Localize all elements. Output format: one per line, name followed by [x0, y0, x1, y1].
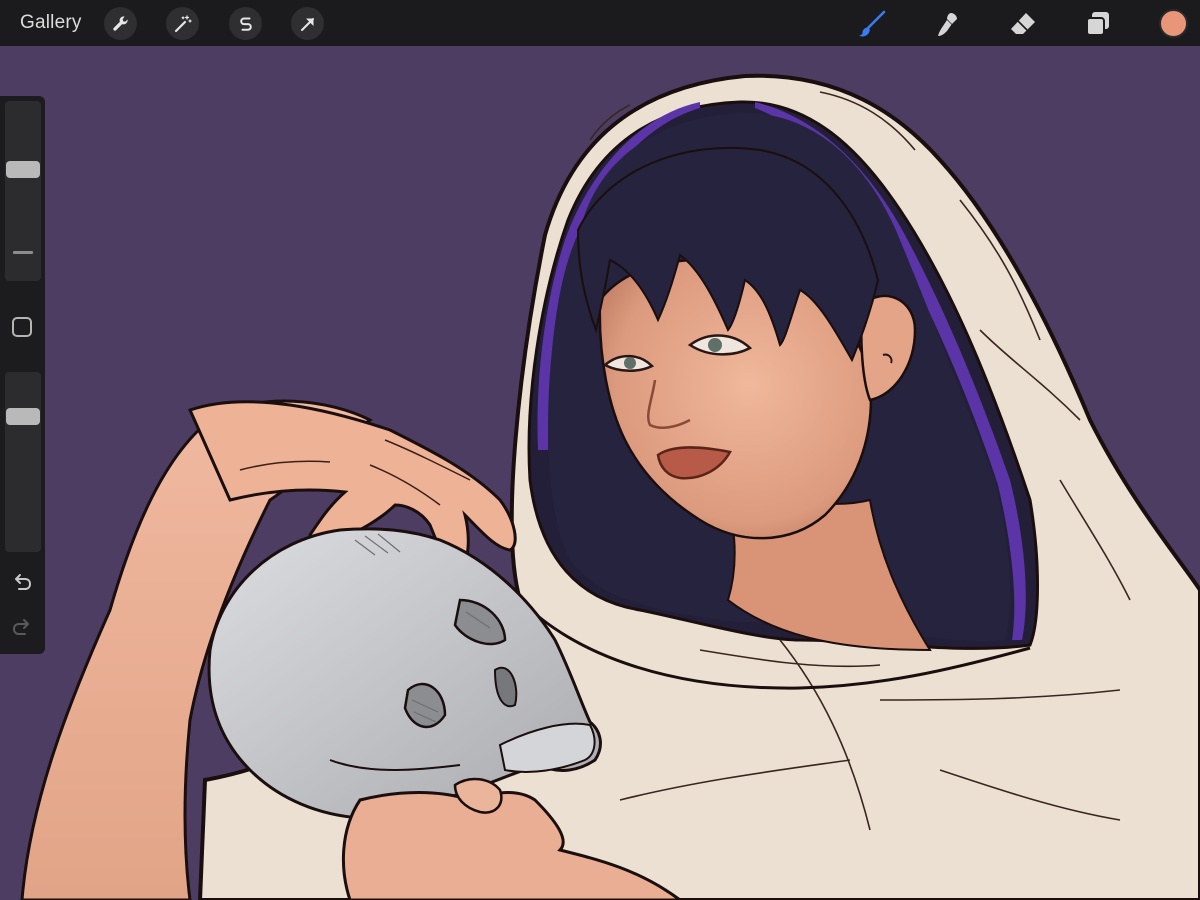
- left-iris: [624, 357, 636, 369]
- opacity-slider-thumb[interactable]: [6, 408, 40, 425]
- top-toolbar: Gallery: [0, 0, 1200, 46]
- gallery-button[interactable]: Gallery: [20, 12, 82, 34]
- right-iris: [708, 338, 722, 352]
- adjustments-magic-wand-icon[interactable]: [166, 7, 199, 40]
- brush-size-slider[interactable]: [5, 101, 41, 281]
- color-swatch[interactable]: [1159, 9, 1188, 38]
- layers-icon[interactable]: [1081, 7, 1115, 41]
- brush-icon[interactable]: [855, 7, 889, 41]
- undo-icon[interactable]: [10, 570, 34, 594]
- brush-size-slider-thumb[interactable]: [6, 161, 40, 178]
- eraser-icon[interactable]: [1006, 7, 1040, 41]
- smudge-icon[interactable]: [930, 7, 964, 41]
- selection-s-icon[interactable]: [229, 7, 262, 40]
- brush-sidebar: [0, 96, 45, 654]
- actions-wrench-icon[interactable]: [104, 7, 137, 40]
- drawing-canvas[interactable]: [0, 46, 1200, 900]
- modify-button[interactable]: [12, 317, 32, 337]
- slider-tick: [13, 251, 33, 254]
- redo-icon[interactable]: [10, 615, 34, 639]
- transform-arrow-icon[interactable]: [291, 7, 324, 40]
- opacity-slider[interactable]: [5, 372, 41, 552]
